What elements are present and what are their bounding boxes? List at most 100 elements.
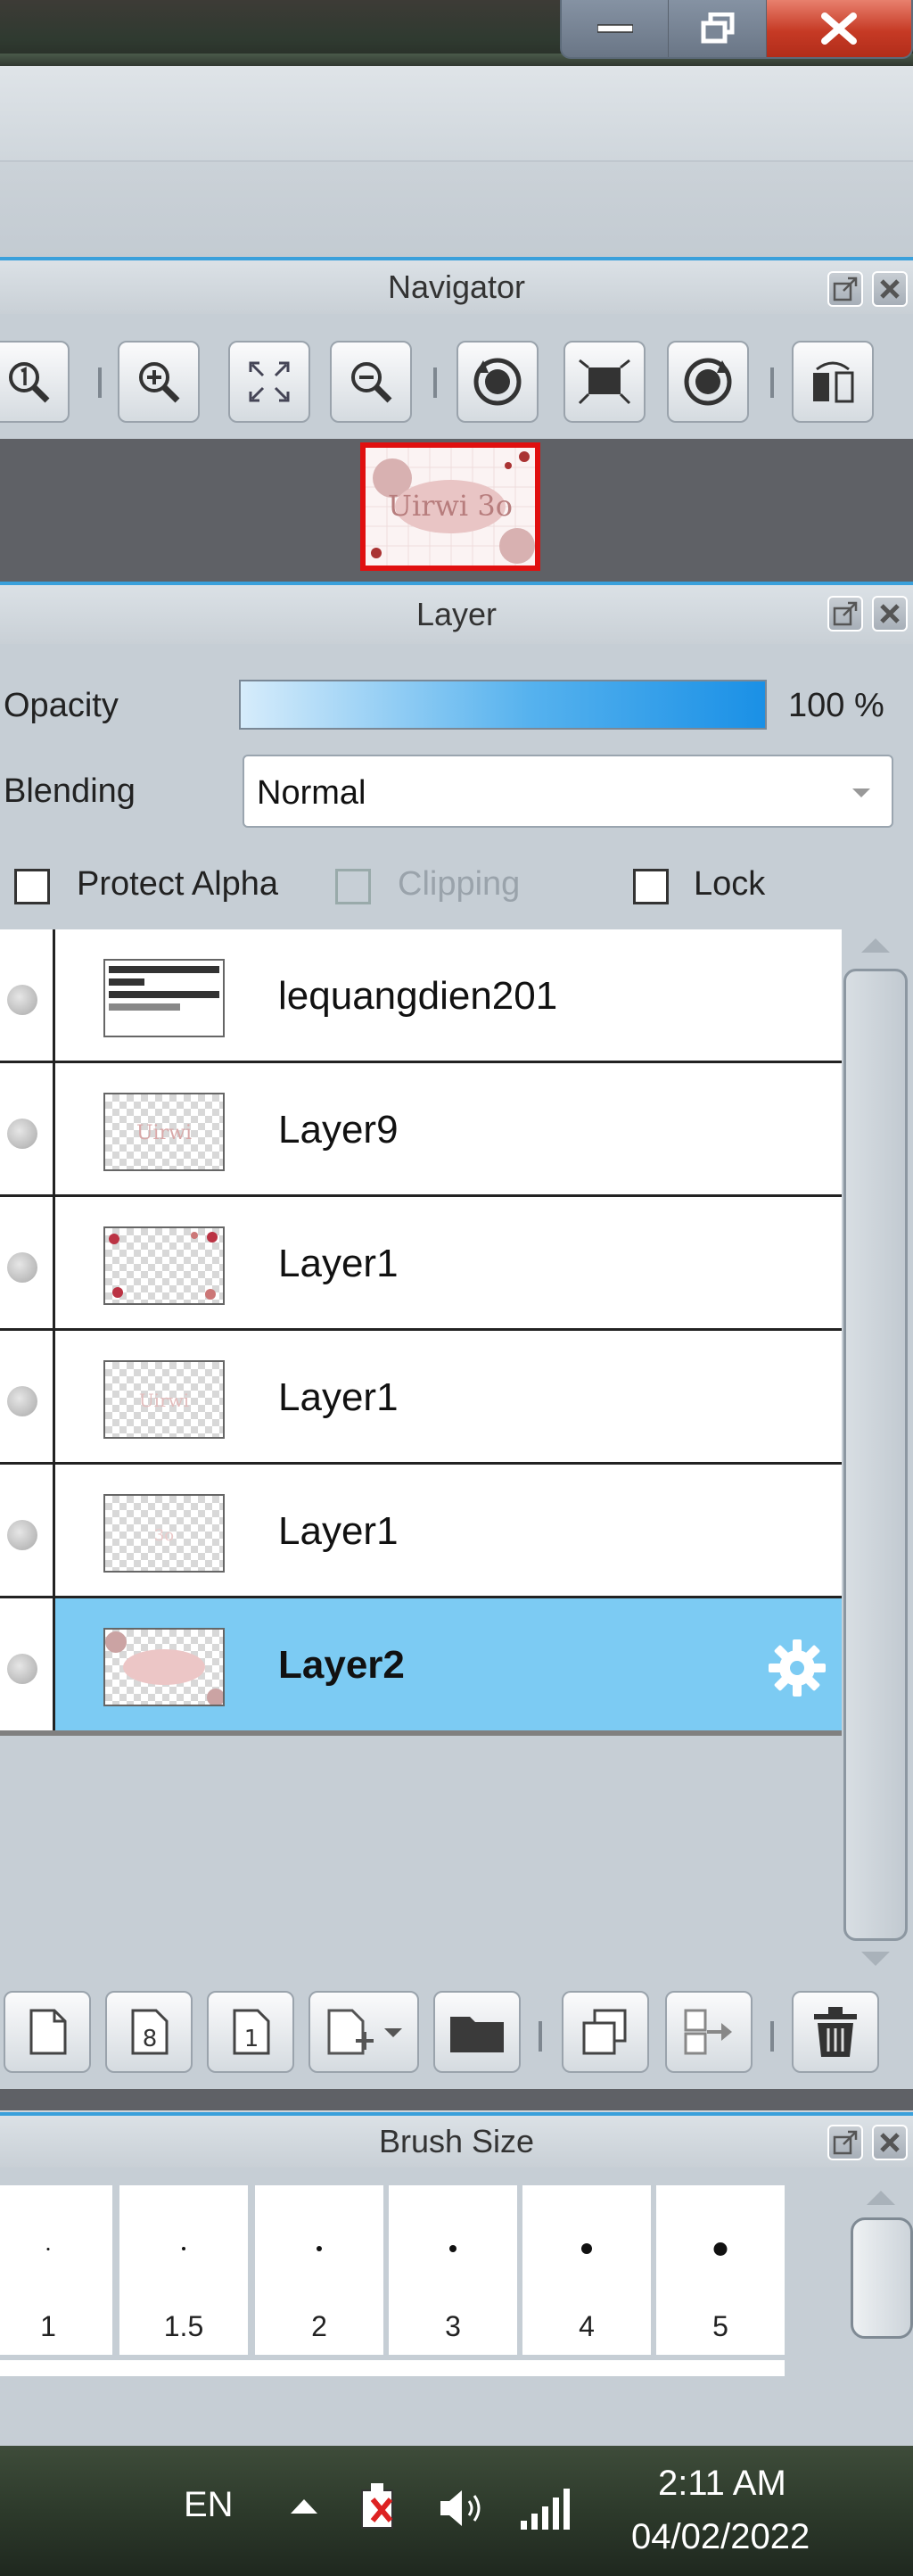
merge-down-button[interactable] [665,1991,753,2073]
close-panel-button[interactable] [872,596,908,632]
zoom-actual-icon [9,362,50,403]
close-panel-button[interactable] [872,2125,908,2160]
show-hidden-icons-icon[interactable] [289,2496,319,2515]
new-layer-icon [29,2009,67,2055]
layer-actions-toolbar: 8 1 [0,1980,913,2078]
scroll-up-icon[interactable] [860,937,892,954]
brush-size-5[interactable]: 5 [656,2185,785,2355]
layer-settings-gear-icon[interactable] [765,1636,829,1700]
power-icon[interactable] [355,2481,405,2535]
visibility-toggle[interactable] [7,1520,37,1550]
thumbnail-text: Uirwi 3o [388,489,513,523]
popout-icon [833,277,858,301]
rotate-right-button[interactable] [667,341,749,423]
layer-list-scrollbar[interactable] [843,929,913,1975]
close-icon [880,604,900,623]
detach-panel-button[interactable] [827,2125,863,2160]
protect-alpha-checkbox[interactable] [14,869,50,904]
clock-date[interactable]: 04/02/2022 [631,2517,810,2557]
scroll-down-icon[interactable] [860,1950,892,1968]
duplicate-layer-button[interactable] [562,1991,649,2073]
language-indicator[interactable]: EN [184,2485,234,2525]
scroll-up-icon[interactable] [865,2189,897,2207]
layer-header: Layer [0,585,913,644]
visibility-toggle[interactable] [7,985,37,1015]
panel-divider [0,2089,913,2110]
layer-thumbnail [103,959,225,1037]
visibility-toggle[interactable] [7,1119,37,1149]
layer-thumbnail [103,1226,225,1305]
detach-panel-button[interactable] [827,271,863,307]
scrollbar-thumb[interactable] [843,969,908,1941]
layer-name: Layer1 [278,1242,399,1285]
brush-size-label: 4 [579,2310,595,2342]
new-layer-button[interactable] [4,1991,91,2073]
clock-time[interactable]: 2:11 AM [658,2464,786,2504]
opacity-slider[interactable] [239,680,767,730]
navigator-toolbar [0,314,913,439]
close-icon [880,2133,900,2152]
layer-row[interactable]: Layer1 [0,1197,842,1331]
add-layer-dropdown-button[interactable] [308,1991,419,2073]
zoom-in-button[interactable] [118,341,200,423]
popout-icon [833,2130,858,2155]
zoom-out-button[interactable] [330,341,412,423]
minimize-button[interactable] [562,0,669,57]
brush-size-1-5[interactable]: 1.5 [119,2185,248,2355]
canvas-thumbnail[interactable]: Uirwi 3o [360,442,540,571]
delete-layer-button[interactable] [792,1991,879,2073]
visibility-toggle[interactable] [7,1386,37,1416]
new-folder-button[interactable] [433,1991,521,2073]
navigator-header: Navigator [0,260,913,314]
layer-list: lequangdien201 Uirwi Layer9 Layer1 Uirwi… [0,929,842,1736]
close-panel-button[interactable] [872,271,908,307]
close-icon [821,12,857,45]
layer-row-selected[interactable]: Layer2 [0,1598,842,1730]
popout-icon [833,601,858,626]
lock-checkbox[interactable] [633,869,669,904]
svg-text:Uirwi: Uirwi [136,1122,192,1144]
trash-icon [814,2007,857,2057]
reset-view-icon [578,359,631,405]
layer-thumbnail: Uirwi [103,1093,225,1171]
layer-row[interactable]: 3o Layer1 [0,1465,842,1598]
brush-size-4[interactable]: 4 [522,2185,651,2355]
fit-screen-button[interactable] [228,341,310,423]
network-signal-icon[interactable] [517,2485,574,2531]
restore-button[interactable] [669,0,767,57]
brush-size-scrollbar-thumb[interactable] [851,2217,913,2339]
layer-row[interactable]: Uirwi Layer1 [0,1331,842,1465]
new-8bit-layer-button[interactable]: 8 [105,1991,193,2073]
blending-label: Blending [4,772,136,810]
layer-row[interactable]: lequangdien201 [0,929,842,1063]
layer-title: Layer [415,596,498,632]
blending-value: Normal [257,774,366,812]
folder-icon [450,2017,504,2052]
volume-icon[interactable] [437,2485,487,2531]
protect-alpha-label: Protect Alpha [77,865,279,903]
clipping-label: Clipping [398,865,521,903]
layer-thumbnail: Uirwi [103,1360,225,1439]
layer-name: Layer1 [278,1375,399,1419]
rotate-left-button[interactable] [456,341,539,423]
flip-button[interactable] [792,341,874,423]
layer-row[interactable]: Uirwi Layer9 [0,1063,842,1197]
blending-select[interactable]: Normal [243,755,893,828]
visibility-toggle[interactable] [7,1252,37,1283]
reset-view-button[interactable] [563,341,646,423]
visibility-toggle[interactable] [7,1654,37,1684]
brush-size-label: 3 [445,2310,461,2342]
brush-size-3[interactable]: 3 [389,2185,517,2355]
brush-size-1[interactable]: 1 [0,2185,112,2355]
close-icon [880,279,900,299]
layer-name: Layer2 [278,1643,405,1687]
clipping-checkbox[interactable] [335,869,371,904]
close-button[interactable] [767,0,911,57]
detach-panel-button[interactable] [827,596,863,632]
text-layer-preview [109,966,219,1011]
merge-down-icon [684,2009,732,2055]
brush-size-header: Brush Size [0,2116,913,2167]
zoom-actual-button[interactable] [0,341,70,423]
new-1bit-layer-button[interactable]: 1 [207,1991,294,2073]
brush-size-2[interactable]: 2 [255,2185,383,2355]
